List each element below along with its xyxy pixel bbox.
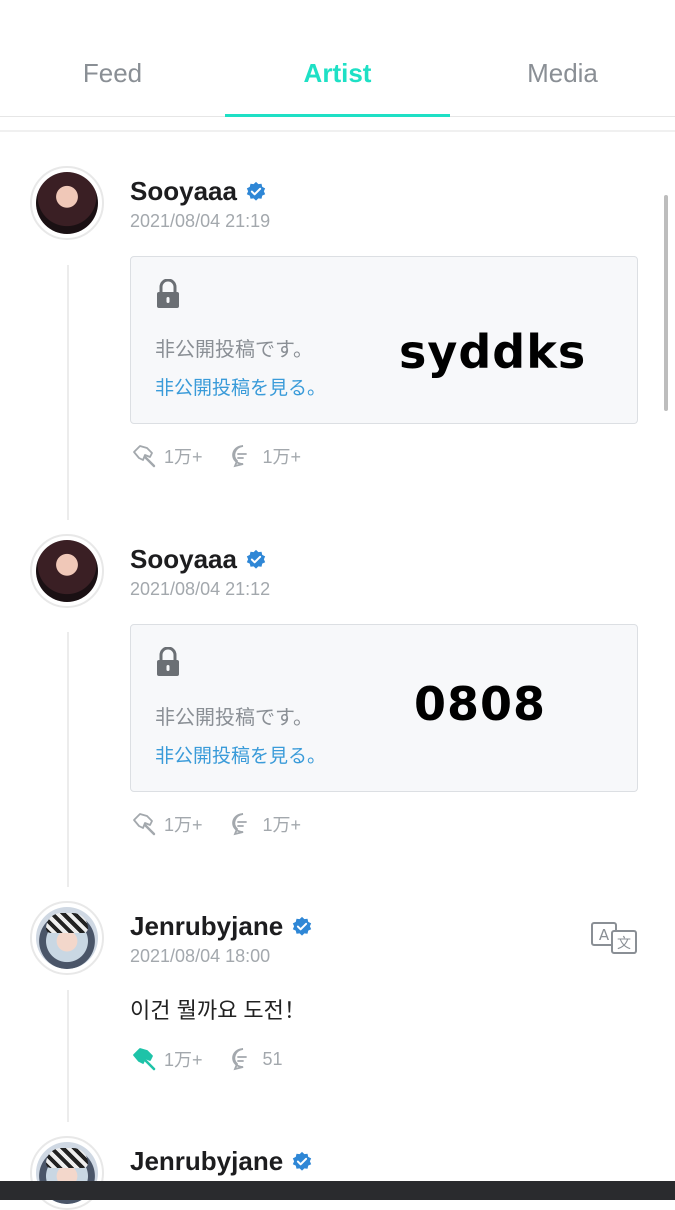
lightstick-icon	[133, 813, 156, 836]
lock-icon	[157, 279, 179, 308]
author-name: Jenrubyjane	[130, 1146, 284, 1176]
bottom-navigation-bar[interactable]	[0, 1181, 675, 1200]
comment-button[interactable]: 51	[229, 1045, 283, 1073]
like-button[interactable]: 1万+	[130, 442, 203, 470]
like-button[interactable]: 1万+	[130, 1045, 203, 1073]
verified-badge-icon	[246, 181, 266, 201]
comment-icon	[231, 813, 247, 836]
translate-icon[interactable]: A 文	[590, 921, 638, 955]
avatar[interactable]	[30, 166, 104, 240]
author-name: Sooyaaa	[130, 176, 237, 206]
post: Sooyaaa 2021/08/04 21:12 非公開投稿です。 非公開投稿を…	[0, 534, 675, 854]
overlay-code-text: 0808	[414, 677, 547, 731]
svg-text:文: 文	[617, 936, 631, 952]
post-actions: 1万+ 51	[130, 1045, 309, 1073]
post-timestamp: 2021/08/04 18:00	[130, 946, 271, 966]
like-count: 1万+	[164, 447, 203, 467]
author-name-row[interactable]: Jenrubyjane	[130, 911, 313, 942]
lightstick-icon	[133, 445, 156, 468]
like-button[interactable]: 1万+	[130, 810, 203, 838]
post-body-text: 이건 뭘까요 도전！	[130, 998, 306, 1023]
avatar[interactable]	[30, 534, 104, 608]
post-actions: 1万+ 1万+	[130, 442, 327, 470]
like-count: 1万+	[164, 815, 203, 835]
author-name: Sooyaaa	[130, 544, 237, 574]
comment-count: 1万+	[262, 447, 302, 467]
private-post-text: 非公開投稿です。	[155, 339, 313, 361]
tab-artist[interactable]: Artist	[225, 30, 450, 117]
view-private-post-link[interactable]: 非公開投稿を見る。	[155, 741, 326, 768]
comment-icon	[231, 445, 247, 468]
comment-button[interactable]: 1万+	[229, 442, 302, 470]
author-name: Jenrubyjane	[130, 911, 284, 941]
avatar[interactable]	[30, 901, 104, 975]
comment-count: 1万+	[262, 815, 302, 835]
author-name-row[interactable]: Sooyaaa	[130, 544, 267, 575]
comment-icon	[231, 1048, 247, 1071]
post-actions: 1万+ 1万+	[130, 810, 327, 838]
private-post-card[interactable]: 非公開投稿です。 非公開投稿を見る。 0808	[130, 624, 638, 792]
comment-count: 51	[262, 1048, 283, 1069]
svg-text:A: A	[599, 926, 610, 944]
lock-icon	[157, 647, 179, 676]
private-post-text: 非公開投稿です。	[155, 707, 313, 729]
author-name-row[interactable]: Sooyaaa	[130, 176, 267, 207]
verified-badge-icon	[246, 549, 266, 569]
verified-badge-icon	[293, 1151, 312, 1171]
verified-badge-icon	[293, 916, 312, 936]
comment-button[interactable]: 1万+	[229, 810, 302, 838]
tab-feed[interactable]: Feed	[0, 30, 225, 116]
tab-media[interactable]: Media	[450, 30, 675, 116]
view-private-post-link[interactable]: 非公開投稿を見る。	[155, 373, 326, 400]
author-name-row[interactable]: Jenrubyjane	[130, 1146, 313, 1177]
like-count: 1万+	[164, 1050, 203, 1070]
overlay-code-text: syddks	[399, 325, 587, 379]
post: Jenrubyjane 2021/08/04 18:00 A 文 이건 뭘까요 …	[0, 901, 675, 1101]
tab-bar: Feed Artist Media	[0, 30, 675, 117]
tabs-divider	[0, 130, 675, 132]
private-post-card[interactable]: 非公開投稿です。 非公開投稿を見る。 syddks	[130, 256, 638, 424]
post-timestamp: 2021/08/04 21:19	[130, 211, 271, 231]
back-chevron-icon[interactable]	[44, 0, 64, 6]
lightstick-icon	[133, 1048, 156, 1071]
post: Sooyaaa 2021/08/04 21:19 非公開投稿です。 非公開投稿を…	[0, 166, 675, 486]
post-timestamp: 2021/08/04 21:12	[130, 579, 271, 599]
